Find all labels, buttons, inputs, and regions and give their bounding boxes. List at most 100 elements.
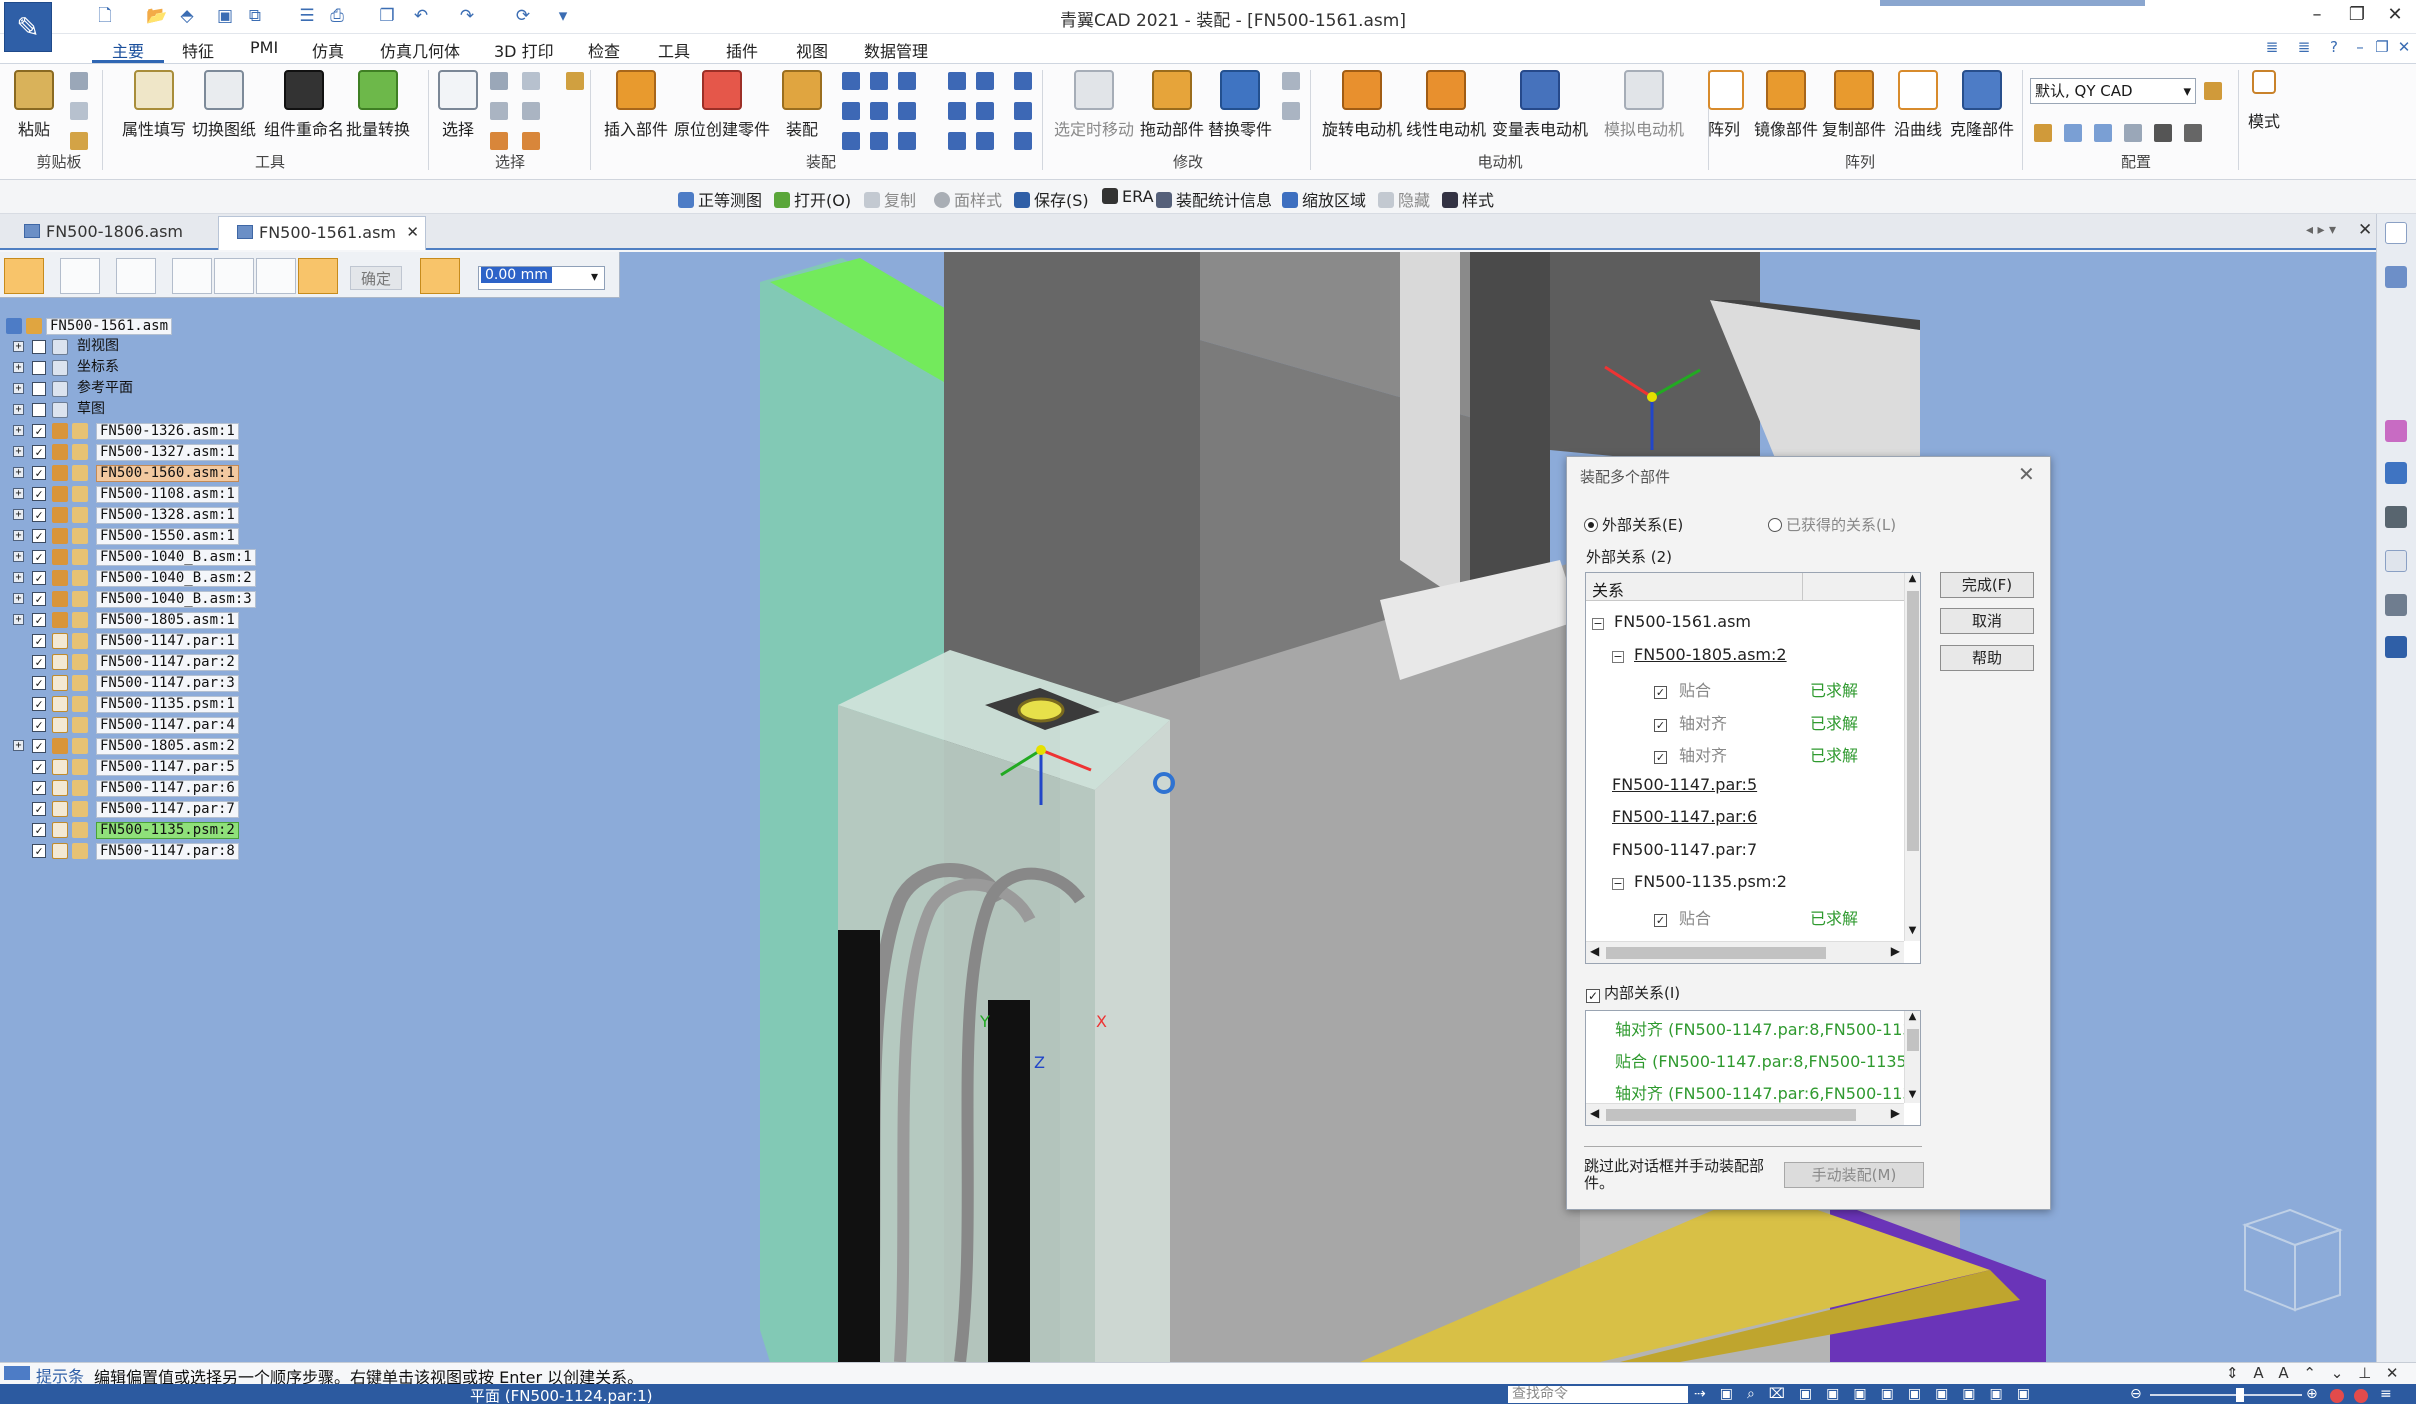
tree-collapse-icon[interactable]: − (1592, 618, 1604, 630)
constraint-icon[interactable] (898, 72, 916, 90)
tab-view[interactable]: 视图 (796, 38, 828, 62)
check-icon[interactable]: ✓ (1654, 751, 1667, 764)
relation-row[interactable]: FN500-1147.par:7 (1612, 840, 1757, 859)
close-document-icon[interactable]: ✕ (2358, 220, 2372, 240)
scroll-left-icon[interactable]: ◀ (1590, 1106, 1599, 1120)
constraint-icon[interactable] (1014, 72, 1032, 90)
tree-item[interactable]: + ✓ FN500-1040_B.asm:2 (0, 568, 430, 589)
manual-assemble-button[interactable]: 手动装配(M) (1784, 1162, 1924, 1188)
tree-root[interactable]: FN500-1561.asm (0, 316, 430, 337)
list-icon[interactable]: ☰ (296, 6, 318, 26)
visibility-checkbox[interactable] (32, 361, 46, 375)
relation-row[interactable]: FN500-1147.par:6 (1612, 807, 1757, 826)
visibility-checkbox[interactable]: ✓ (32, 697, 46, 711)
camera-icon[interactable] (2154, 124, 2172, 142)
visibility-checkbox[interactable]: ✓ (32, 424, 46, 438)
internal-relation-row[interactable]: 轴对齐 (FN500-1147.par:6,FN500-1135.psm:2) (1615, 1080, 1905, 1104)
zoom-in-icon[interactable]: ⊕ (2306, 1386, 2318, 1402)
copy-part-button[interactable]: 复制部件 (1822, 70, 1886, 140)
internal-relation-row[interactable]: 贴合 (FN500-1147.par:8,FN500-1135.psm:2) (1615, 1048, 1905, 1072)
visibility-checkbox[interactable]: ✓ (32, 571, 46, 585)
assembly-stats-button[interactable]: 装配统计信息 (1156, 187, 1272, 211)
config-icon[interactable] (2034, 124, 2052, 142)
record-icon[interactable] (2330, 1389, 2344, 1403)
relation-row[interactable]: ✓ 贴合 (1632, 905, 1711, 929)
constraint-icon[interactable] (842, 72, 860, 90)
tree-expand-icon[interactable]: + (13, 614, 24, 625)
select-box-icon[interactable] (490, 102, 508, 120)
scrollbar-thumb[interactable] (1606, 1109, 1856, 1121)
scroll-up-icon[interactable]: ▲ (1905, 573, 1920, 589)
constraint-icon[interactable] (1014, 132, 1032, 150)
relation-row[interactable]: FN500-1147.par:5 (1612, 775, 1757, 794)
select-filter-icon[interactable] (490, 72, 508, 90)
zoom-slider[interactable] (2150, 1394, 2302, 1396)
zoom-slider-handle[interactable] (2236, 1388, 2244, 1402)
constraint-icon[interactable] (1014, 102, 1032, 120)
confirm-button[interactable]: 确定 (350, 266, 402, 290)
visibility-checkbox[interactable]: ✓ (32, 844, 46, 858)
tree-item[interactable]: + ✓ FN500-1040_B.asm:3 (0, 589, 430, 610)
internal-horizontal-scrollbar[interactable]: ◀ ▶ (1586, 1103, 1904, 1125)
config-icon[interactable] (2184, 124, 2202, 142)
new-file-icon[interactable]: 🗋 (94, 6, 116, 26)
select-option-icon[interactable] (522, 72, 540, 90)
visibility-checkbox[interactable]: ✓ (32, 613, 46, 627)
offset-type-button[interactable] (420, 258, 460, 294)
scroll-right-icon[interactable]: ▶ (1891, 1106, 1900, 1120)
step-button[interactable] (256, 258, 296, 294)
visibility-checkbox[interactable]: ✓ (32, 487, 46, 501)
app-menu-button[interactable]: ✎ (4, 2, 52, 52)
save-icon[interactable]: ▣ (214, 6, 236, 26)
rotary-motor-button[interactable]: 旋转电动机 (1322, 70, 1402, 140)
tree-item[interactable]: ✓ FN500-1147.par:8 (0, 841, 430, 862)
tree-item[interactable]: ✓ FN500-1135.psm:1 (0, 694, 430, 715)
iso-view-button[interactable]: 正等测图 (678, 187, 762, 211)
tree-item[interactable]: ✓ FN500-1147.par:1 (0, 631, 430, 652)
scrollbar-thumb[interactable] (1907, 1029, 1919, 1051)
close-tab-icon[interactable]: ✕ (406, 223, 419, 241)
minimize-button[interactable]: – (2302, 4, 2332, 28)
tree-expand-icon[interactable]: + (13, 404, 24, 415)
visibility-checkbox[interactable] (32, 403, 46, 417)
hide-button[interactable]: 隐藏 (1378, 187, 1430, 211)
tree-expand-icon[interactable]: + (13, 362, 24, 373)
radio-obtained-relations[interactable]: 已获得的关系(L) (1768, 514, 1896, 535)
tab-main[interactable]: 主要 (112, 38, 144, 62)
ribbon-close-icon[interactable]: ✕ (2394, 38, 2414, 58)
rename-component-button[interactable]: 组件重命名 (264, 70, 344, 140)
visibility-checkbox[interactable]: ✓ (32, 655, 46, 669)
visibility-checkbox[interactable]: ✓ (32, 718, 46, 732)
constraint-icon[interactable] (870, 132, 888, 150)
modify-option-icon[interactable] (1282, 102, 1300, 120)
open-button[interactable]: 打开(O) (774, 187, 851, 211)
tree-item[interactable]: + 草图 (0, 400, 430, 421)
tree-expand-icon[interactable]: + (13, 530, 24, 541)
relation-row[interactable]: − FN500-1561.asm (1592, 612, 1751, 631)
tree-item[interactable]: ✓ FN500-1147.par:3 (0, 673, 430, 694)
constraint-icon[interactable] (870, 102, 888, 120)
doc-tab-fn500-1806[interactable]: FN500-1806.asm (6, 216, 212, 250)
visibility-checkbox[interactable]: ✓ (32, 508, 46, 522)
tree-item[interactable]: ✓ FN500-1147.par:2 (0, 652, 430, 673)
visibility-checkbox[interactable]: ✓ (32, 529, 46, 543)
help-button[interactable]: 帮助 (1940, 645, 2034, 671)
status-menu-icon[interactable]: ≡ (2380, 1386, 2392, 1402)
command-search-input[interactable]: 查找命令 (1508, 1386, 1688, 1403)
constraint-icon[interactable] (842, 132, 860, 150)
tab-simulation[interactable]: 仿真 (312, 38, 344, 62)
visibility-checkbox[interactable]: ✓ (32, 760, 46, 774)
tree-item[interactable]: + ✓ FN500-1328.asm:1 (0, 505, 430, 526)
pathfinder-list-button[interactable] (60, 258, 100, 294)
tree-expand-icon[interactable]: + (13, 551, 24, 562)
undo-icon[interactable]: ↶ (410, 6, 432, 26)
layout2-icon[interactable]: ≣ (2294, 38, 2314, 58)
tab-features[interactable]: 特征 (182, 38, 214, 62)
offset-distance-input[interactable]: 0.00 mm ▾ (478, 266, 605, 290)
constraint-icon[interactable] (976, 72, 994, 90)
insert-part-button[interactable]: 插入部件 (604, 70, 668, 140)
internal-relations-checkbox[interactable]: ✓ 内部关系(I) (1586, 982, 1680, 1003)
config-icon[interactable] (2124, 124, 2142, 142)
switch-drawing-button[interactable]: 切换图纸 (192, 70, 256, 140)
relations-horizontal-scrollbar[interactable]: ◀ ▶ (1586, 941, 1904, 963)
